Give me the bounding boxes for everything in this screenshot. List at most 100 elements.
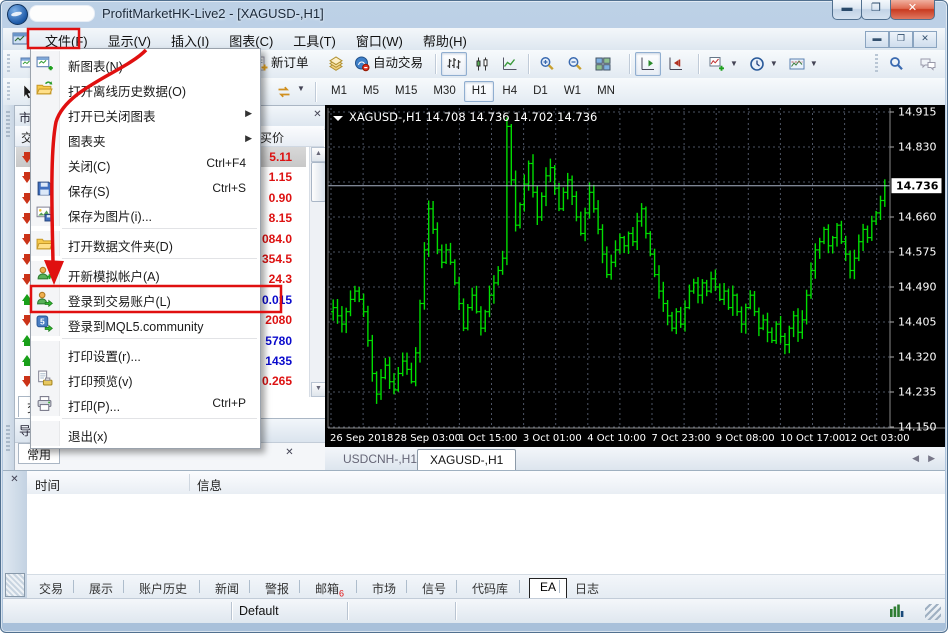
close-button[interactable]: ✕	[890, 0, 935, 20]
file-menu-item-13[interactable]: 打印预览(v)	[31, 366, 260, 391]
mdi-close-button[interactable]: ✕	[913, 31, 937, 48]
terminal-tab-5[interactable]: 警报	[259, 578, 295, 598]
tab-scroll-left-icon[interactable]: ◀	[912, 453, 919, 464]
autotrading-icon-button[interactable]	[349, 52, 375, 76]
shift-chart-button[interactable]	[635, 52, 661, 76]
file-menu-item-14[interactable]: 打印(P)...Ctrl+P	[31, 391, 260, 416]
timeframe-h1[interactable]: H1	[464, 81, 495, 102]
scrollbar-thumb[interactable]	[311, 162, 326, 202]
terminal-tab-2[interactable]: 展示	[83, 578, 119, 598]
file-menu-item-2[interactable]: 打开离线历史数据(O)	[31, 76, 260, 101]
autotrading-label[interactable]: 自动交易	[373, 52, 423, 74]
terminal-tab-4[interactable]: 新闻	[209, 578, 245, 598]
terminal-tab-6[interactable]: 邮箱6	[309, 578, 350, 598]
toolbar-grip[interactable]	[875, 54, 878, 74]
file-menu-item-1[interactable]: 新图表(N)	[31, 51, 260, 76]
terminal-tab-8[interactable]: 信号	[416, 578, 452, 598]
dock-handle-icon[interactable]	[5, 573, 25, 597]
timeframe-h4[interactable]: H4	[494, 81, 525, 102]
status-profile[interactable]: Default	[239, 604, 279, 618]
close-icon[interactable]: ✕	[283, 447, 296, 460]
terminal-tab-10[interactable]: EA	[529, 578, 567, 599]
menu-item-5[interactable]: 窗口(W)	[346, 28, 413, 50]
dock-grip[interactable]	[6, 111, 10, 137]
menu-item-1[interactable]: 显示(V)	[98, 28, 161, 50]
file-menu-item-10-login-trade-account[interactable]: 登录到交易账户(L)	[31, 286, 260, 311]
file-menu-item-7[interactable]: 保存为图片(i)...	[31, 201, 260, 226]
candles-chart-button[interactable]	[469, 52, 495, 76]
terminal-tab-9[interactable]: 代码库	[466, 578, 514, 598]
tab-scroll-right-icon[interactable]: ▶	[928, 453, 935, 464]
chevron-down-icon[interactable]: ▼	[730, 53, 738, 75]
templates-button[interactable]	[785, 52, 809, 76]
bars-chart-button[interactable]	[441, 52, 467, 76]
chart-tab-1[interactable]: USDCNH-,H1	[331, 449, 429, 472]
menu-file[interactable]: 文件(F)	[35, 28, 98, 50]
symbol-pairs-button[interactable]	[271, 80, 297, 104]
periods-clock-button[interactable]	[745, 52, 769, 76]
timeframe-m15[interactable]: M15	[387, 81, 425, 102]
price-chart[interactable]: 14.91514.83014.66014.57514.49014.40514.3…	[325, 105, 945, 447]
quick-launch-box	[29, 5, 95, 22]
chevron-down-icon[interactable]: ▼	[810, 53, 818, 75]
toolbar-grip[interactable]	[7, 82, 10, 102]
timeframe-mn[interactable]: MN	[589, 81, 623, 102]
file-menu-item-12[interactable]: 打印设置(r)...	[31, 341, 260, 366]
file-menu-item-3[interactable]: 打开已关闭图表▶	[31, 101, 260, 126]
floppy-icon	[36, 180, 53, 197]
tile-windows-button[interactable]	[590, 52, 616, 76]
time-column-header[interactable]: 时间	[35, 475, 60, 494]
new-order-label[interactable]: 新订单	[271, 52, 309, 74]
terminal-tab-3[interactable]: 账户历史	[133, 578, 193, 598]
file-menu-item-15[interactable]: 退出(x)	[31, 421, 260, 446]
tab-separator	[123, 580, 124, 593]
close-icon[interactable]: ✕	[8, 474, 21, 487]
timeframe-m1[interactable]: M1	[323, 81, 355, 102]
minimize-button[interactable]: ▬	[832, 0, 862, 20]
file-menu-item-11[interactable]: 5登录到MQL5.community	[31, 311, 260, 336]
file-menu-item-6[interactable]: 保存(S)Ctrl+S	[31, 176, 260, 201]
terminal-tab-7[interactable]: 市场	[366, 578, 402, 598]
file-menu-item-9[interactable]: 开新模拟帐户(A)	[31, 261, 260, 286]
menu-item-3[interactable]: 图表(C)	[219, 28, 283, 50]
mdi-minimize-button[interactable]: ▬	[865, 31, 889, 48]
line-chart-button[interactable]	[497, 52, 523, 76]
history-center-button[interactable]	[323, 52, 349, 76]
shift-group	[635, 52, 689, 76]
chevron-down-icon[interactable]: ▼	[297, 78, 305, 100]
timeframe-w1[interactable]: W1	[556, 81, 589, 102]
menu-item-4[interactable]: 工具(T)	[283, 28, 346, 50]
chevron-down-icon[interactable]: ▼	[770, 53, 778, 75]
search-button[interactable]	[883, 52, 909, 76]
dock-grip[interactable]	[6, 425, 10, 451]
close-icon[interactable]: ✕	[311, 109, 324, 122]
mdi-restore-button[interactable]: ❐	[889, 31, 913, 48]
menu-item-2[interactable]: 插入(I)	[161, 28, 219, 50]
indicators-button[interactable]	[705, 52, 729, 76]
message-column-header[interactable]: 信息	[197, 475, 222, 494]
scroll-down-icon[interactable]: ▼	[311, 382, 326, 397]
timeframe-m5[interactable]: M5	[355, 81, 387, 102]
menu-item-6[interactable]: 帮助(H)	[413, 28, 477, 50]
tab-separator	[73, 580, 74, 593]
timeframe-d1[interactable]: D1	[525, 81, 556, 102]
timeframe-m30[interactable]: M30	[425, 81, 463, 102]
zoom-in-button[interactable]	[534, 52, 560, 76]
scroll-up-icon[interactable]: ▲	[311, 147, 326, 162]
bid-column-header[interactable]: 买价	[260, 129, 284, 146]
terminal-tab-11[interactable]: 日志	[569, 578, 605, 598]
chat-button[interactable]	[915, 52, 941, 76]
toolbar-grip[interactable]	[7, 54, 10, 74]
chart-window[interactable]: 14.91514.83014.66014.57514.49014.40514.3…	[325, 105, 945, 447]
restore-button[interactable]: ❐	[861, 0, 891, 20]
menu-item-label: 登录到交易账户(L)	[68, 291, 171, 310]
terminal-tab-1[interactable]: 交易	[33, 578, 69, 598]
file-menu-item-5[interactable]: 关闭(C)Ctrl+F4	[31, 151, 260, 176]
resize-grip[interactable]	[925, 604, 941, 620]
shift-end-button[interactable]	[663, 52, 689, 76]
file-menu-item-8[interactable]: 打开数据文件夹(D)	[31, 231, 260, 256]
scrollbar[interactable]: ▲ ▼	[309, 147, 325, 397]
zoom-out-button[interactable]	[562, 52, 588, 76]
column-divider[interactable]	[189, 474, 190, 491]
file-menu-item-4[interactable]: 图表夹▶	[31, 126, 260, 151]
